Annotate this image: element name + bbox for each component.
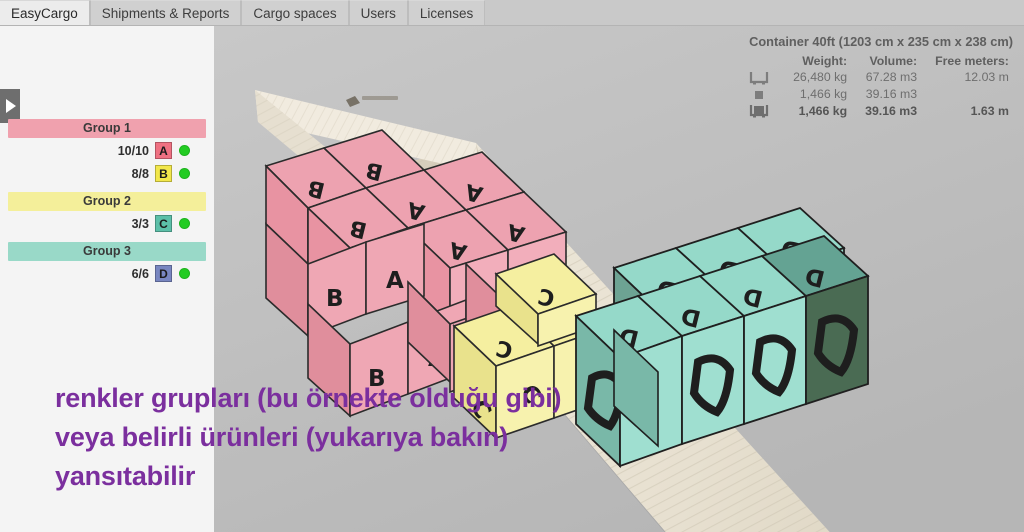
tab-users[interactable]: Users bbox=[348, 0, 408, 25]
info-header-volume: Volume: bbox=[869, 54, 918, 68]
info-cargo-free bbox=[917, 86, 1009, 103]
cargo-block-icon-svg bbox=[755, 90, 764, 99]
container-info-table: Weight: Volume: Free meters: 26,480 kg 6… bbox=[749, 53, 1009, 119]
group-list: Group 1 10/10 A 8/8 B Group 2 3/3 C Grou… bbox=[0, 119, 214, 284]
info-capacity-free: 12.03 m bbox=[964, 70, 1009, 85]
info-icon-col bbox=[749, 53, 775, 69]
container-info-title: Container 40ft (1203 cm x 235 cm x 238 c… bbox=[749, 34, 1013, 49]
tab-easycargo[interactable]: EasyCargo bbox=[0, 0, 90, 25]
cargo-item-a-status-dot bbox=[179, 145, 190, 156]
info-header-weight: Weight: bbox=[802, 54, 848, 68]
info-header-free-meters: Free meters: bbox=[935, 54, 1009, 68]
group-bar-3[interactable]: Group 3 bbox=[8, 242, 206, 261]
container-capacity-icon bbox=[749, 69, 775, 86]
easycargo-app: EasyCargo Shipments & Reports Cargo spac… bbox=[0, 0, 1024, 532]
svg-text:B: B bbox=[326, 286, 344, 312]
cargo-item-d-status-dot bbox=[179, 268, 190, 279]
annotation-text: renkler grupları (bu örnekte olduğu gibi… bbox=[55, 383, 562, 492]
info-loaded-weight: 1,466 kg bbox=[798, 103, 848, 118]
tab-cargo-spaces[interactable]: Cargo spaces bbox=[241, 0, 349, 25]
chevron-right-icon bbox=[6, 99, 16, 113]
cargo-item-a-swatch[interactable]: A bbox=[155, 142, 172, 159]
cargo-item-a-count: 10/10 bbox=[117, 143, 149, 158]
container-info-panel: Container 40ft (1203 cm x 235 cm x 238 c… bbox=[749, 34, 1013, 119]
info-row-cargo: 1,466 kg 39.16 m3 bbox=[749, 86, 1009, 103]
loaded-container-icon-svg bbox=[749, 105, 769, 118]
main-tabbar: EasyCargo Shipments & Reports Cargo spac… bbox=[0, 0, 1024, 26]
info-loaded-volume: 39.16 m3 bbox=[865, 103, 918, 118]
info-row-loaded: 1,466 kg 39.16 m3 1.63 m bbox=[749, 103, 1009, 120]
info-capacity-volume: 67.28 m3 bbox=[865, 70, 918, 85]
group-bar-1[interactable]: Group 1 bbox=[8, 119, 206, 138]
info-loaded-free: 1.63 m bbox=[970, 103, 1009, 118]
panel-expand-toggle[interactable] bbox=[0, 89, 20, 123]
info-header-row: Weight: Volume: Free meters: bbox=[749, 53, 1009, 69]
tab-licenses[interactable]: Licenses bbox=[407, 0, 486, 25]
cargo-item-c[interactable]: 3/3 C bbox=[0, 213, 214, 234]
cargo-item-b[interactable]: 8/8 B bbox=[0, 163, 214, 184]
info-cargo-volume: 39.16 m3 bbox=[865, 87, 918, 102]
cargo-item-d[interactable]: 6/6 D bbox=[0, 263, 214, 284]
tab-shipments-reports[interactable]: Shipments & Reports bbox=[89, 0, 242, 25]
cargo-item-c-status-dot bbox=[179, 218, 190, 229]
svg-text:A: A bbox=[386, 268, 404, 294]
cargo-item-b-count: 8/8 bbox=[131, 166, 149, 181]
info-capacity-weight: 26,480 kg bbox=[793, 70, 848, 85]
group-bar-2[interactable]: Group 2 bbox=[8, 192, 206, 211]
cargo-block-icon bbox=[749, 86, 775, 103]
info-cargo-weight: 1,466 kg bbox=[799, 87, 848, 102]
cargo-item-d-count: 6/6 bbox=[131, 266, 149, 281]
cargo-item-c-count: 3/3 bbox=[131, 216, 149, 231]
loaded-container-icon bbox=[749, 103, 775, 120]
container-capacity-icon-svg bbox=[749, 71, 769, 85]
cargo-item-c-swatch[interactable]: C bbox=[155, 215, 172, 232]
info-row-capacity: 26,480 kg 67.28 m3 12.03 m bbox=[749, 69, 1009, 86]
cargo-item-d-swatch[interactable]: D bbox=[155, 265, 172, 282]
cargo-item-b-swatch[interactable]: B bbox=[155, 165, 172, 182]
cargo-item-b-status-dot bbox=[179, 168, 190, 179]
cargo-item-a[interactable]: 10/10 A bbox=[0, 140, 214, 161]
